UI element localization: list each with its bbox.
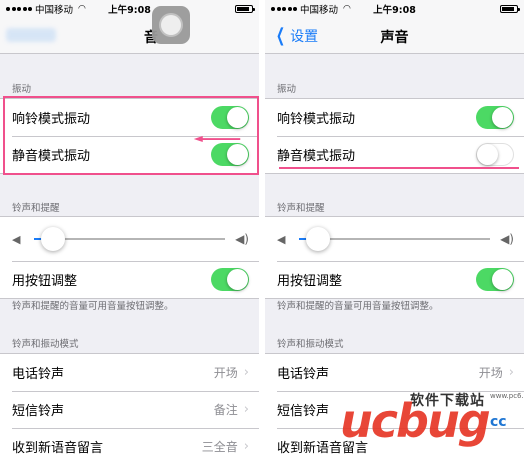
toggle-knob: [477, 144, 498, 165]
volume-slider-row: ◀ ◀): [265, 217, 524, 261]
row-label: 用按钮调整: [12, 274, 78, 289]
status-bar: 中国移动 ◠ 上午9:08: [265, 0, 524, 18]
chevron-right-icon: ›: [243, 402, 249, 417]
chevron-right-icon: ›: [243, 439, 249, 454]
change-with-buttons-row: 用按钮调整: [0, 261, 259, 298]
section-header-vibrate: 振动: [277, 84, 297, 95]
text-tone-row[interactable]: 短信铃声 备注 ›: [0, 391, 259, 428]
highlight-underline: [279, 167, 519, 169]
section-header-patterns: 铃声和振动模式: [277, 339, 344, 350]
watermark-url: www.pc6.com: [490, 392, 524, 400]
volume-thumb[interactable]: [306, 227, 331, 251]
chevron-left-icon: ❮: [276, 25, 286, 46]
buttons-footer-note: 铃声和提醒的音量可用音量按钮调整。: [12, 301, 174, 312]
volume-high-icon: ◀): [235, 232, 249, 246]
carrier: 中国移动 ◠: [6, 2, 86, 16]
volume-high-icon: ◀): [500, 232, 514, 246]
row-label: 响铃模式振动: [277, 112, 356, 127]
patterns-group: 电话铃声 开场 › 短信铃声 备注 › 收到新语音留言 三全音 ›: [0, 353, 259, 465]
back-label: 设置: [290, 29, 319, 45]
change-with-buttons-row: 用按钮调整: [265, 261, 524, 298]
section-header-vibrate: 振动: [12, 84, 32, 95]
section-header-patterns: 铃声和振动模式: [12, 339, 79, 350]
watermark-brand: ucbug: [340, 394, 491, 448]
nav-bar: ❮ 设置 声音: [265, 18, 524, 54]
section-header-ringer: 铃声和提醒: [277, 203, 325, 214]
vibrate-group: 响铃模式振动 静音模式振动: [265, 98, 524, 174]
back-button-blurred[interactable]: [6, 28, 56, 42]
ringtone-row[interactable]: 电话铃声 开场 ›: [0, 354, 259, 391]
volume-slider[interactable]: [299, 227, 490, 251]
carrier: 中国移动 ◠: [271, 2, 351, 16]
wifi-icon: ◠: [78, 4, 86, 14]
settings-screen-left: 中国移动 ◠ 上午9:08 音 振动 响铃模式振动 静音模式振动 铃声和提醒 ◀…: [0, 0, 259, 465]
volume-slider-row: ◀ ◀): [0, 217, 259, 261]
ringer-group: ◀ ◀) 用按钮调整: [0, 216, 259, 299]
status-bar: 中国移动 ◠ 上午9:08: [0, 0, 259, 18]
row-label: 短信铃声: [12, 404, 65, 419]
status-time: 上午9:08: [108, 5, 151, 16]
row-value: 开场: [478, 366, 503, 380]
row-value: 备注: [213, 403, 238, 417]
row-label: 电话铃声: [277, 367, 330, 382]
volume-thumb[interactable]: [41, 227, 66, 251]
section-header-ringer: 铃声和提醒: [12, 203, 60, 214]
silent-vibrate-toggle[interactable]: [476, 143, 514, 166]
row-label: 电话铃声: [12, 367, 65, 382]
assistive-touch-button[interactable]: [152, 6, 190, 44]
ringer-group: ◀ ◀) 用按钮调整: [265, 216, 524, 299]
watermark-suffix: cc: [490, 414, 507, 430]
change-with-buttons-toggle[interactable]: [476, 268, 514, 291]
chevron-right-icon: ›: [508, 365, 514, 380]
arrow-left-icon: [193, 136, 241, 142]
volume-low-icon: ◀: [12, 232, 21, 246]
new-voicemail-row[interactable]: 收到新语音留言 三全音 ›: [0, 428, 259, 465]
volume-low-icon: ◀: [277, 232, 286, 246]
signal-icon: [6, 7, 32, 11]
toggle-knob: [492, 269, 513, 290]
change-with-buttons-toggle[interactable]: [211, 268, 249, 291]
chevron-right-icon: ›: [243, 365, 249, 380]
wifi-icon: ◠: [343, 4, 351, 14]
status-time: 上午9:08: [373, 5, 416, 16]
back-button[interactable]: ❮ 设置: [273, 26, 318, 46]
row-value: 开场: [213, 366, 238, 380]
battery-icon: [235, 5, 255, 13]
row-value: 三全音: [201, 440, 238, 454]
row-label: 用按钮调整: [277, 274, 343, 289]
buttons-footer-note: 铃声和提醒的音量可用音量按钮调整。: [277, 301, 439, 312]
ring-vibrate-toggle[interactable]: [476, 106, 514, 129]
ring-vibrate-row: 响铃模式振动: [265, 99, 524, 136]
signal-icon: [271, 7, 297, 11]
volume-slider[interactable]: [34, 227, 225, 251]
row-label: 静音模式振动: [277, 149, 356, 164]
battery-icon: [500, 5, 520, 13]
row-label: 收到新语音留言: [12, 441, 104, 456]
toggle-knob: [492, 107, 513, 128]
toggle-knob: [227, 269, 248, 290]
page-title: 声音: [380, 30, 409, 46]
watermark-logo: 软件下载站 ucbug www.pc6.com cc: [340, 384, 524, 465]
nav-bar: 音: [0, 18, 259, 54]
